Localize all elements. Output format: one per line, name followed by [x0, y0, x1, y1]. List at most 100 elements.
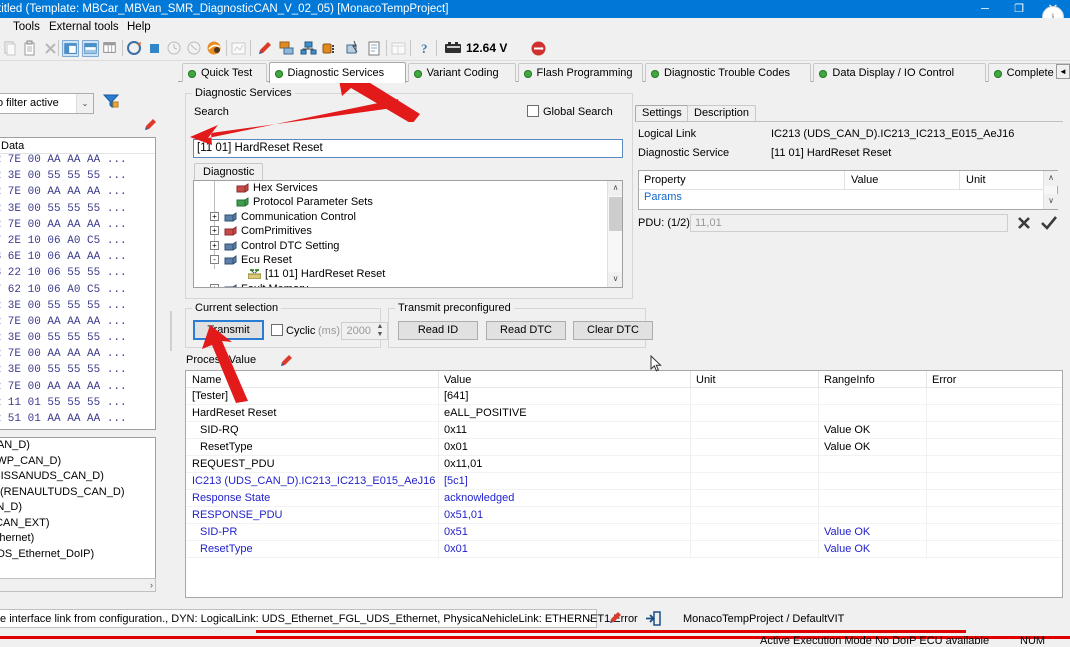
login-icon[interactable] — [645, 611, 661, 626]
tree-node[interactable]: +Fault Memory — [194, 282, 622, 288]
scroll-up-arrow-icon[interactable]: ∧ — [1044, 171, 1058, 186]
tree-expander-plus-icon[interactable]: + — [210, 284, 219, 288]
trace-row[interactable]: 02 7E 00 AA AA AA ... — [0, 219, 155, 235]
menu-item-tools[interactable]: Tools — [8, 20, 45, 35]
marker-icon[interactable] — [607, 611, 623, 626]
property-table-scrollbar[interactable]: ∧ ∨ — [1043, 171, 1057, 209]
table-row[interactable]: HardReset ReseteALL_POSITIVE — [186, 405, 1062, 422]
column-separator[interactable] — [844, 171, 845, 190]
tree-node[interactable]: +Control DTC Setting — [194, 239, 622, 253]
link-list-horizontal-scrollbar[interactable]: › — [0, 578, 156, 592]
trace-row[interactable]: 07 62 10 06 A0 C5 ... — [0, 284, 155, 300]
table-row[interactable]: SID-PR0x51Value OK — [186, 524, 1062, 541]
layout-bottom-icon[interactable] — [82, 40, 99, 57]
ecu-flash-icon[interactable] — [344, 40, 361, 57]
property-table-row[interactable]: Params — [639, 190, 1057, 207]
stop-icon[interactable] — [146, 40, 163, 57]
table-row[interactable]: IC213 (UDS_CAN_D).IC213_IC213_E015_AeJ16… — [186, 473, 1062, 490]
trace-row[interactable]: 07 2E 10 06 A0 C5 ... — [0, 235, 155, 251]
property-table[interactable]: Property Value Unit Params ∧ ∨ — [638, 170, 1058, 210]
layout-left-icon[interactable] — [62, 40, 79, 57]
global-search-checkbox[interactable] — [527, 105, 539, 117]
tree-expander-plus-icon[interactable]: + — [210, 241, 219, 250]
ecu-link-icon[interactable] — [322, 40, 339, 57]
x-icon[interactable] — [1016, 214, 1032, 232]
read-dtc-button[interactable]: Read DTC — [486, 321, 566, 340]
logical-link-item[interactable]: Ethernet) — [0, 531, 155, 547]
diagnostic-services-tree[interactable]: Hex ServicesProtocol Parameter Sets+Comm… — [193, 180, 623, 288]
cyclic-checkbox[interactable] — [271, 324, 283, 336]
tab-settings[interactable]: Settings — [635, 105, 689, 121]
tab-variant-coding[interactable]: Variant Coding — [408, 63, 516, 82]
column-separator[interactable] — [926, 371, 927, 388]
tree-expander-plus-icon[interactable]: + — [210, 226, 219, 235]
tree-expander-plus-icon[interactable]: + — [210, 212, 219, 221]
tab-diagnostic-trouble-codes[interactable]: Diagnostic Trouble Codes — [645, 63, 811, 82]
tree-node[interactable]: Protocol Parameter Sets — [194, 195, 622, 209]
column-separator[interactable] — [438, 371, 439, 388]
cyclic-interval-input[interactable]: 2000 — [341, 322, 375, 340]
trace-row[interactable]: 03 22 10 06 55 55 ... — [0, 267, 155, 283]
scroll-down-arrow-icon[interactable]: ∨ — [1044, 194, 1058, 209]
column-separator[interactable] — [690, 371, 691, 388]
table-row[interactable]: RESPONSE_PDU0x51,01 — [186, 507, 1062, 524]
filter-dropdown[interactable]: No filter active ⌄ — [0, 93, 94, 114]
logical-link-item[interactable]: KWP_CAN_D) — [0, 454, 155, 470]
trace-row[interactable]: 02 7E 00 AA AA AA ... — [0, 348, 155, 364]
trace-row[interactable]: 02 3E 00 55 55 55 ... — [0, 364, 155, 380]
layout-grid-icon[interactable] — [102, 40, 119, 57]
tab-flash-programming[interactable]: Flash Programming — [518, 63, 643, 82]
column-separator[interactable] — [959, 171, 960, 190]
paste-icon[interactable] — [22, 40, 39, 57]
menu-item-external-tools[interactable]: External tools — [44, 20, 124, 35]
tab-description[interactable]: Description — [687, 105, 756, 121]
table-row[interactable]: [Tester][641] — [186, 388, 1062, 405]
report-icon[interactable] — [366, 40, 383, 57]
table-row[interactable]: ResetType0x01Value OK — [186, 439, 1062, 456]
disconnect-icon[interactable] — [530, 40, 547, 57]
trace-row[interactable]: 02 11 01 55 55 55 ... — [0, 397, 155, 413]
status-message-dropdown[interactable]: olve interface link from configuration.,… — [0, 609, 597, 628]
column-separator[interactable] — [818, 371, 819, 388]
marker-icon[interactable] — [256, 40, 273, 57]
copy-icon[interactable] — [2, 40, 19, 57]
tab-diagnostic-services[interactable]: Diagnostic Services — [269, 62, 406, 83]
pin-icon[interactable] — [142, 118, 158, 132]
clear-dtc-button[interactable]: Clear DTC — [573, 321, 653, 340]
globe-icon[interactable] — [206, 40, 223, 57]
scroll-down-arrow-icon[interactable]: ∨ — [608, 272, 623, 287]
trace-data-grid[interactable]: Data 02 7E 00 AA AA AA ...02 3E 00 55 55… — [0, 137, 156, 430]
help-icon[interactable]: ? — [416, 40, 433, 57]
tree-node[interactable]: [11 01] HardReset Reset — [194, 267, 622, 281]
tab-data-display-io-control[interactable]: Data Display / IO Control — [813, 63, 985, 82]
logical-link-item[interactable]: CAN_D) — [0, 438, 155, 454]
process-values-table[interactable]: Name Value Unit RangeInfo Error [Tester]… — [185, 370, 1063, 598]
chevron-down-icon[interactable]: ⌄ — [587, 614, 594, 623]
transmit-button[interactable]: Transmit — [193, 320, 264, 340]
logical-link-item[interactable]: UDS_Ethernet_DoIP) — [0, 547, 155, 563]
trace-row[interactable]: 03 6E 10 06 AA AA ... — [0, 251, 155, 267]
trace-row[interactable]: 02 7E 00 AA AA AA ... — [0, 186, 155, 202]
vertical-splitter[interactable] — [164, 61, 178, 606]
tree-expander-minus-icon[interactable]: - — [210, 255, 219, 264]
ecu-net-icon[interactable] — [278, 40, 295, 57]
check-icon[interactable] — [1040, 214, 1058, 232]
minimize-button[interactable]: ─ — [968, 0, 1002, 18]
tree-node[interactable]: Hex Services — [194, 181, 622, 195]
trace-row[interactable]: 02 51 01 AA AA AA ... — [0, 413, 155, 429]
scroll-right-arrow-icon[interactable]: › — [150, 579, 153, 591]
logical-link-item[interactable]: (NISSANUDS_CAN_D) — [0, 469, 155, 485]
cyclic-interval-stepper[interactable]: ▲ ▼ — [374, 322, 388, 340]
trace-row[interactable]: 02 3E 00 55 55 55 ... — [0, 332, 155, 348]
logical-link-item[interactable]: AN_D) — [0, 500, 155, 516]
read-id-button[interactable]: Read ID — [398, 321, 478, 340]
tree-scroll-thumb[interactable] — [609, 197, 622, 231]
pdu-input[interactable]: 11,01 — [690, 214, 1008, 232]
trace-row[interactable]: 02 7E 00 AA AA AA ... — [0, 316, 155, 332]
trace-row[interactable]: 02 3E 00 55 55 55 ... — [0, 203, 155, 219]
tree-node[interactable]: -Ecu Reset — [194, 253, 622, 267]
table-row[interactable]: REQUEST_PDU0x11,01 — [186, 456, 1062, 473]
logical-link-item[interactable]: _CAN_EXT) — [0, 516, 155, 532]
tab-diagnostic[interactable]: Diagnostic — [194, 163, 263, 180]
scroll-up-arrow-icon[interactable]: ∧ — [608, 181, 623, 196]
